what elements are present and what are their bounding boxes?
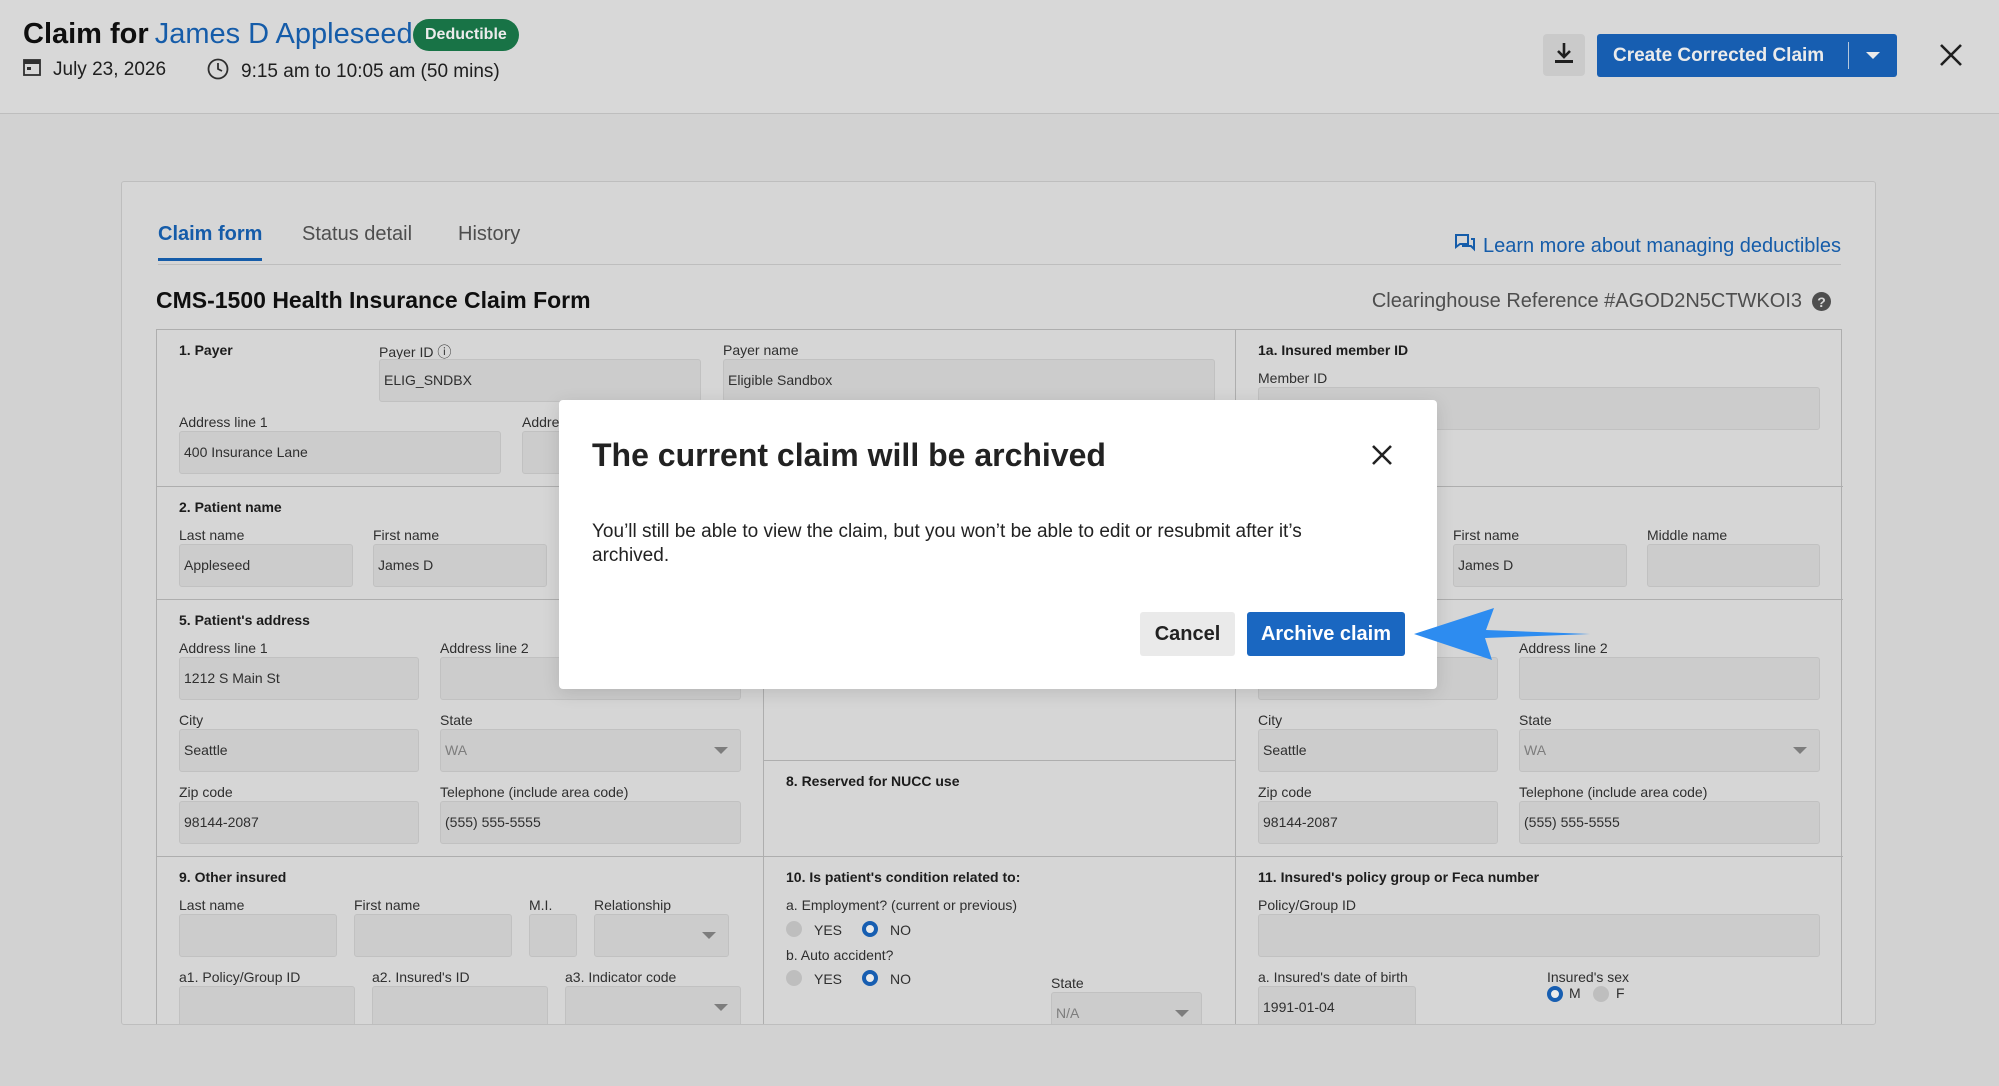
dialog-message: You’ll still be able to view the claim, … (592, 521, 1302, 566)
archive-claim-button[interactable]: Archive claim (1247, 612, 1405, 656)
cancel-button[interactable]: Cancel (1140, 612, 1235, 656)
close-icon[interactable] (1367, 440, 1397, 470)
arrow-pointer-icon (1412, 602, 1592, 667)
dialog-title: The current claim will be archived (592, 437, 1106, 473)
archive-dialog: The current claim will be archived You’l… (559, 400, 1437, 689)
